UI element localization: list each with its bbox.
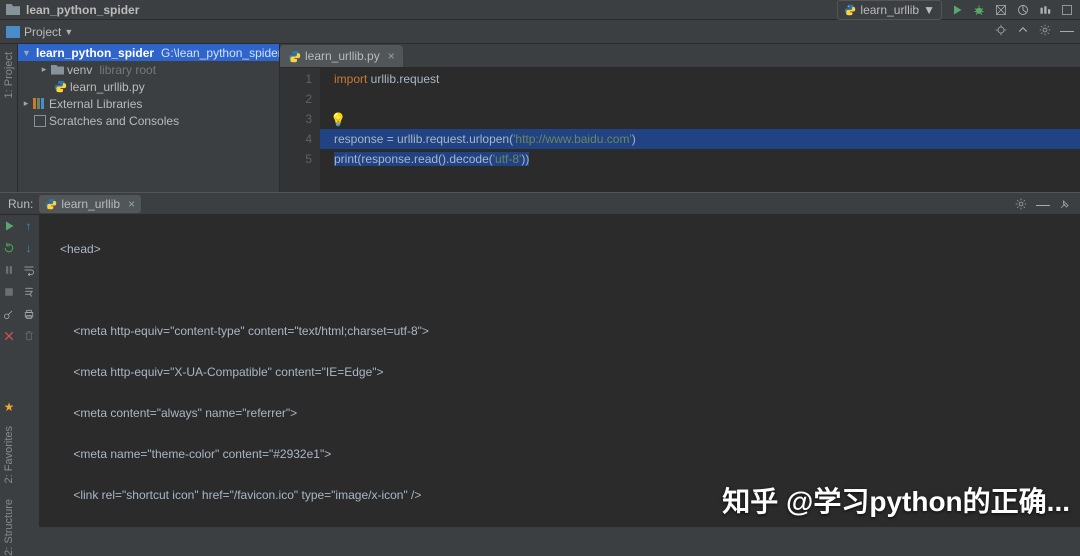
project-root-name: learn_python_spider — [36, 46, 154, 60]
stop-button[interactable] — [2, 285, 16, 299]
rerun-button[interactable] — [2, 219, 16, 233]
search-everywhere-icon[interactable] — [1060, 3, 1074, 17]
console-line: <meta name="theme-color" content="#2932e… — [60, 447, 331, 461]
console-line: <meta http-equiv="X-UA-Compatible" conte… — [60, 365, 384, 379]
editor: learn_urllib.py × 1 2 3 4 5 💡 import url… — [280, 44, 1080, 192]
title-bar: lean_python_spider learn_urllib ▼ — [0, 0, 1080, 20]
scroll-to-end-icon[interactable] — [22, 285, 36, 299]
coverage-button[interactable] — [994, 3, 1008, 17]
intention-bulb-icon[interactable]: 💡 — [330, 110, 346, 130]
file-node[interactable]: learn_urllib.py — [18, 78, 279, 95]
hide-icon[interactable]: — — [1036, 197, 1050, 211]
gear-icon[interactable] — [1014, 197, 1028, 211]
project-folder-icon — [6, 4, 20, 15]
run-tab-label: learn_urllib — [61, 197, 120, 211]
python-icon — [844, 4, 856, 16]
python-icon — [45, 198, 57, 210]
run-config-selector[interactable]: learn_urllib ▼ — [837, 0, 942, 20]
locate-icon[interactable] — [994, 23, 1008, 37]
project-toolwindow-tab[interactable]: 1: Project — [3, 52, 15, 98]
project-root-path: G:\lean_python_spider — [161, 46, 280, 60]
chevron-down-icon[interactable]: ▼ — [64, 27, 73, 37]
concurrency-icon[interactable] — [1038, 3, 1052, 17]
token-string: 'utf-8' — [493, 152, 522, 166]
external-libraries-node[interactable]: ▸ External Libraries — [18, 95, 279, 112]
chevron-right-icon[interactable]: ▸ — [40, 64, 48, 75]
venv-node[interactable]: ▸ venv library root — [18, 61, 279, 78]
profile-button[interactable] — [1016, 3, 1030, 17]
token-text: print(response.read().decode( — [334, 152, 493, 166]
left-gutter-toolwindows: 1: Project — [0, 44, 18, 192]
venv-hint: library root — [99, 63, 156, 77]
external-libraries-icon — [33, 98, 46, 109]
editor-tab-label: learn_urllib.py — [305, 49, 380, 63]
watermark: 知乎 @学习python的正确... — [722, 480, 1070, 520]
rerun-last-button[interactable] — [2, 241, 16, 255]
line-number: 4 — [280, 129, 312, 149]
collapse-icon[interactable] — [1016, 23, 1030, 37]
close-button[interactable] — [2, 329, 16, 343]
project-tree[interactable]: ▼ learn_python_spider G:\lean_python_spi… — [18, 44, 280, 192]
token-keyword: import — [334, 72, 367, 86]
step-down-icon[interactable]: ↓ — [22, 241, 36, 255]
breadcrumb-bar: Project ▼ — — [0, 20, 1080, 44]
run-toolwindow: Run: learn_urllib × — ↑ ↓ <h — [0, 192, 1080, 527]
favorites-star-icon[interactable]: ★ — [4, 400, 15, 414]
chevron-right-icon[interactable]: ▸ — [22, 98, 30, 109]
project-view-icon — [6, 26, 20, 38]
line-number: 1 — [280, 69, 312, 89]
external-libraries-label: External Libraries — [49, 97, 142, 111]
console-line: <head> — [60, 242, 101, 256]
favorites-tab[interactable]: 2: Favorites — [3, 426, 15, 483]
scratches-label: Scratches and Consoles — [49, 114, 179, 128]
token-text: response = urllib.request.urlopen( — [334, 132, 513, 146]
scratches-icon — [34, 115, 46, 127]
softwrap-icon[interactable] — [22, 263, 36, 277]
token-text: ) — [632, 132, 636, 146]
folder-icon — [51, 65, 64, 75]
trash-icon[interactable] — [22, 329, 36, 343]
attach-icon[interactable] — [2, 307, 16, 321]
scratches-node[interactable]: Scratches and Consoles — [18, 112, 279, 129]
line-number: 3 — [280, 109, 312, 129]
window-title: lean_python_spider — [26, 3, 139, 17]
pin-icon[interactable] — [1058, 197, 1072, 211]
debug-button[interactable] — [972, 3, 986, 17]
run-config-name: learn_urllib — [860, 3, 919, 17]
file-name: learn_urllib.py — [70, 80, 145, 94]
line-number: 2 — [280, 89, 312, 109]
python-icon — [288, 50, 301, 63]
run-side-actions-2: ↑ ↓ — [18, 215, 40, 527]
run-label: Run: — [8, 197, 33, 211]
close-icon[interactable]: × — [388, 49, 395, 63]
line-number: 5 — [280, 149, 312, 169]
token-string: 'http://www.baidu.com' — [513, 132, 632, 146]
left-bottom-toolwindows: ★ 2: Favorites 2: Structure — [0, 400, 18, 556]
editor-body[interactable]: 1 2 3 4 5 💡 import urllib.request respon… — [280, 68, 1080, 192]
close-icon[interactable]: × — [128, 197, 135, 211]
run-button[interactable] — [950, 3, 964, 17]
console-line: <meta http-equiv="content-type" content=… — [60, 324, 429, 338]
token-text: urllib.request — [367, 72, 439, 86]
console-line: <meta content="always" name="referrer"> — [60, 406, 297, 420]
code-area[interactable]: 💡 import urllib.request response = urlli… — [320, 68, 1080, 192]
run-header: Run: learn_urllib × — — [0, 193, 1080, 215]
step-up-icon[interactable]: ↑ — [22, 219, 36, 233]
print-icon[interactable] — [22, 307, 36, 321]
gear-icon[interactable] — [1038, 23, 1052, 37]
pause-button[interactable] — [2, 263, 16, 277]
chevron-down-icon: ▼ — [923, 3, 935, 17]
editor-tab-active[interactable]: learn_urllib.py × — [280, 45, 403, 67]
python-icon — [54, 80, 67, 93]
project-root-node[interactable]: ▼ learn_python_spider G:\lean_python_spi… — [18, 44, 279, 61]
console-line: <link rel="shortcut icon" href="/favicon… — [60, 488, 421, 502]
project-view-label[interactable]: Project — [24, 25, 61, 39]
venv-name: venv — [67, 63, 92, 77]
run-tab[interactable]: learn_urllib × — [39, 195, 141, 213]
editor-tabs: learn_urllib.py × — [280, 44, 1080, 68]
token-text: )) — [521, 152, 529, 166]
chevron-down-icon[interactable]: ▼ — [22, 48, 30, 58]
gutter: 1 2 3 4 5 — [280, 68, 320, 192]
hide-icon[interactable]: — — [1060, 23, 1074, 37]
